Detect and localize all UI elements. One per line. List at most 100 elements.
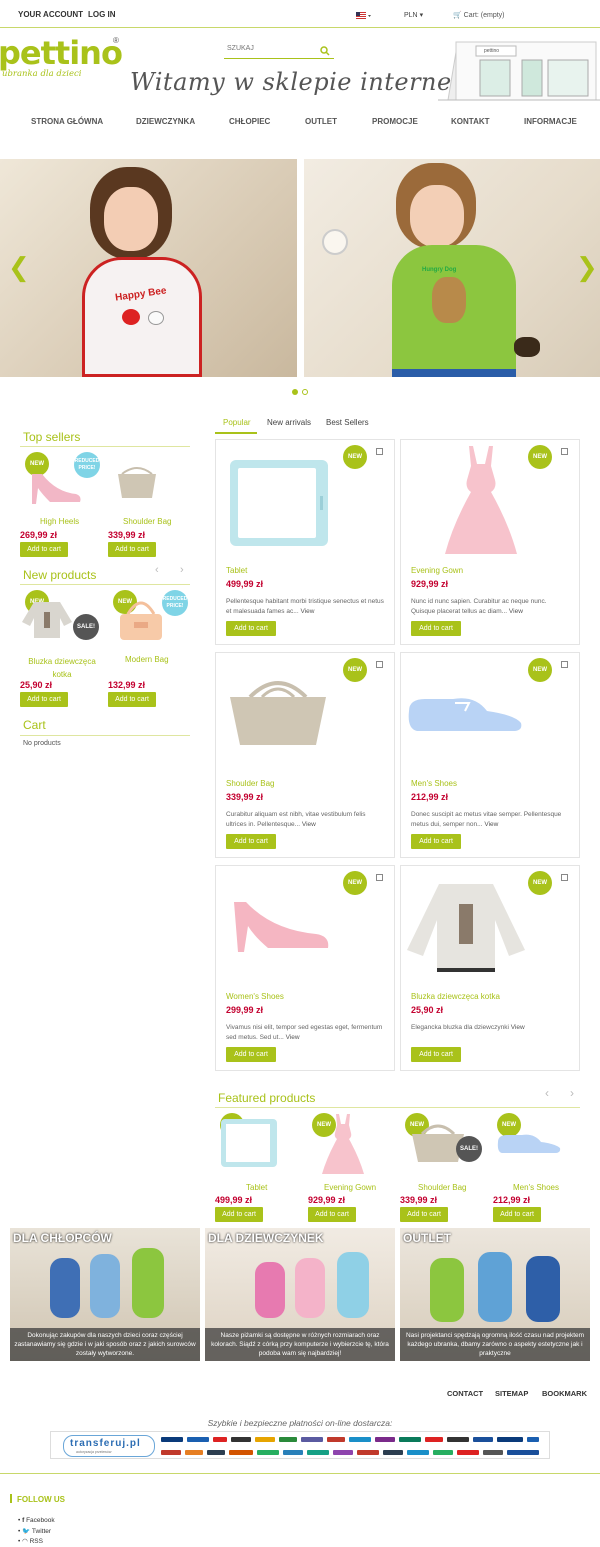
menu-strona-glowna[interactable]: STRONA GŁÓWNA	[31, 117, 103, 126]
add-to-cart-button[interactable]: Add to cart	[493, 1207, 541, 1222]
product-card[interactable]: NEW Shoulder Bag 339,99 zł Curabitur ali…	[215, 652, 395, 858]
menu-dziewczynka[interactable]: DZIEWCZYNKA	[136, 117, 195, 126]
product-name[interactable]: Men's Shoes	[411, 779, 457, 788]
add-to-cart-button[interactable]: Add to cart	[20, 692, 68, 707]
slider-prev-arrow[interactable]: ❮	[8, 253, 30, 283]
compare-checkbox[interactable]	[561, 661, 568, 668]
slider-dot-active[interactable]	[292, 389, 298, 395]
compare-checkbox[interactable]	[376, 448, 383, 455]
womens-shoes-image[interactable]	[228, 896, 332, 956]
view-link[interactable]: View	[509, 608, 523, 615]
follow-twitter[interactable]: • 🐦 Twitter	[18, 1527, 51, 1535]
search-icon[interactable]	[320, 46, 330, 56]
slider-next-arrow[interactable]: ❯	[576, 253, 598, 283]
logo[interactable]: pettino ® ubranka dla dzieci	[0, 34, 125, 81]
product-name[interactable]: Bluzka dziewczęca kotka	[411, 992, 500, 1001]
girl-blouse-image[interactable]	[403, 880, 529, 976]
shoulder-bag-image[interactable]	[228, 675, 328, 747]
menu-outlet[interactable]: OUTLET	[305, 117, 337, 126]
view-link[interactable]: View	[300, 608, 314, 615]
add-to-cart-button[interactable]: Add to cart	[20, 542, 68, 557]
view-link[interactable]: View	[511, 1024, 525, 1031]
product-card[interactable]: NEW Evening Gown 929,99 zł Nunc id nunc …	[400, 439, 580, 645]
chevron-left-icon[interactable]: ‹	[155, 564, 159, 576]
tab-popular[interactable]: Popular	[223, 418, 251, 427]
menu-kontakt[interactable]: KONTAKT	[451, 117, 490, 126]
search-input[interactable]	[227, 45, 317, 52]
product-name[interactable]: Shoulder Bag	[226, 779, 274, 788]
add-to-cart-button[interactable]: Add to cart	[400, 1207, 448, 1222]
compare-checkbox[interactable]	[561, 874, 568, 881]
view-link[interactable]: View	[484, 821, 498, 828]
product-name[interactable]: Evening Gown	[324, 1183, 376, 1192]
add-to-cart-button[interactable]: Add to cart	[411, 1047, 461, 1062]
product-name[interactable]: Tablet	[246, 1183, 267, 1192]
add-to-cart-button[interactable]: Add to cart	[226, 621, 276, 636]
search-box[interactable]	[224, 44, 334, 59]
footer-sitemap-link[interactable]: SITEMAP	[495, 1389, 528, 1398]
add-to-cart-button[interactable]: Add to cart	[226, 834, 276, 849]
evening-gown-image[interactable]	[441, 444, 521, 556]
chevron-right-icon[interactable]: ›	[180, 564, 184, 576]
modern-bag-image[interactable]	[116, 594, 166, 644]
tab-new-arrivals[interactable]: New arrivals	[267, 418, 311, 427]
add-to-cart-button[interactable]: Add to cart	[411, 834, 461, 849]
menu-chlopiec[interactable]: CHŁOPIEC	[229, 117, 270, 126]
tablet-image[interactable]	[228, 458, 330, 548]
tablet-image[interactable]	[220, 1118, 280, 1170]
language-selector[interactable]	[356, 12, 372, 20]
currency-selector[interactable]: PLN ▾	[404, 11, 423, 19]
add-to-cart-button[interactable]: Add to cart	[226, 1047, 276, 1062]
product-card[interactable]: NEW Women's Shoes 299,99 zł Vivamus nisi…	[215, 865, 395, 1071]
view-link[interactable]: View	[286, 1034, 300, 1041]
product-name[interactable]: Bluzka dziewczęca kotka	[22, 655, 102, 681]
cart-link[interactable]: 🛒 Cart: (empty)	[453, 11, 505, 19]
product-card[interactable]: NEW Bluzka dziewczęca kotka 25,90 zł Ele…	[400, 865, 580, 1071]
logo-text: pettino	[0, 34, 123, 72]
tab-best-sellers[interactable]: Best Sellers	[326, 418, 369, 427]
product-name[interactable]: Modern Bag	[125, 655, 169, 664]
add-to-cart-button[interactable]: Add to cart	[308, 1207, 356, 1222]
mens-shoes-image[interactable]	[496, 1130, 562, 1156]
follow-rss[interactable]: • ◠ RSS	[18, 1537, 43, 1545]
tab-active-underline	[215, 432, 257, 434]
menu-promocje[interactable]: PROMOCJE	[372, 117, 418, 126]
slide-boy-image: Hungry Dog	[304, 159, 600, 377]
add-to-cart-button[interactable]: Add to cart	[108, 542, 156, 557]
add-to-cart-button[interactable]: Add to cart	[108, 692, 156, 707]
add-to-cart-button[interactable]: Add to cart	[411, 621, 461, 636]
girl-blouse-image[interactable]	[20, 600, 74, 640]
storefront-sketch-icon	[438, 41, 600, 101]
product-name[interactable]: Women's Shoes	[226, 992, 284, 1001]
product-name[interactable]: Men's Shoes	[513, 1183, 559, 1192]
menu-informacje[interactable]: INFORMACJE	[524, 117, 577, 126]
follow-facebook[interactable]: • f Facebook	[18, 1517, 55, 1524]
category-banner-girls[interactable]: DLA DZIEWCZYNEK Nasze piżamki są dostępn…	[205, 1228, 395, 1361]
product-name[interactable]: Shoulder Bag	[123, 517, 171, 526]
category-banner-outlet[interactable]: OUTLET Nasi projektanci spędzają ogromną…	[400, 1228, 590, 1361]
slider-dot[interactable]	[302, 389, 308, 395]
product-name[interactable]: High Heels	[40, 517, 79, 526]
product-name[interactable]: Evening Gown	[411, 566, 463, 575]
footer-bookmark-link[interactable]: BOOKMARK	[542, 1389, 587, 1398]
compare-checkbox[interactable]	[376, 661, 383, 668]
compare-checkbox[interactable]	[376, 874, 383, 881]
cart-label: Cart: (empty)	[463, 12, 505, 19]
product-card[interactable]: NEW Men's Shoes 212,99 zł Donec suscipit…	[400, 652, 580, 858]
chevron-left-icon[interactable]: ‹	[545, 1086, 549, 1100]
product-name[interactable]: Tablet	[226, 566, 247, 575]
add-to-cart-button[interactable]: Add to cart	[215, 1207, 263, 1222]
footer-contact-link[interactable]: CONTACT	[447, 1389, 483, 1398]
compare-checkbox[interactable]	[561, 448, 568, 455]
view-link[interactable]: View	[302, 821, 316, 828]
chevron-right-icon[interactable]: ›	[570, 1086, 574, 1100]
login-link[interactable]: LOG IN	[88, 10, 116, 19]
product-name[interactable]: Shoulder Bag	[418, 1183, 466, 1192]
mens-shoes-image[interactable]	[405, 689, 525, 737]
evening-gown-image[interactable]	[320, 1113, 366, 1175]
shoulder-bag-image[interactable]	[116, 462, 158, 500]
category-banner-boys[interactable]: DLA CHŁOPCÓW Dokonując zakupów dla naszy…	[10, 1228, 200, 1361]
your-account-link[interactable]: YOUR ACCOUNT	[18, 10, 83, 19]
high-heels-image[interactable]	[28, 470, 82, 506]
product-card[interactable]: NEW Tablet 499,99 zł Pellentesque habita…	[215, 439, 395, 645]
